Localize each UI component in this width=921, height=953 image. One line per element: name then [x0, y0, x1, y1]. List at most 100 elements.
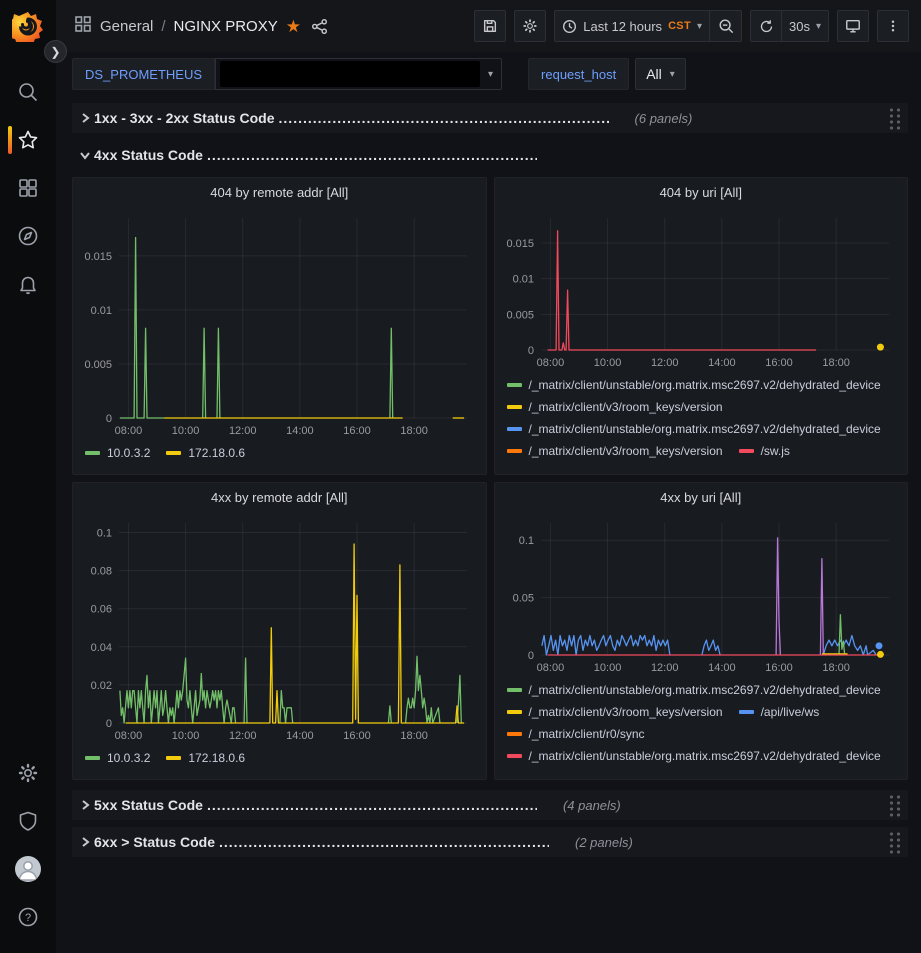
- chevron-down-icon: ▾: [816, 21, 821, 32]
- svg-text:08:00: 08:00: [115, 730, 143, 742]
- legend-item[interactable]: /sw.js: [739, 442, 790, 459]
- dashboard-grid-icon[interactable]: [74, 15, 92, 37]
- favorite-star-icon[interactable]: ★: [286, 18, 301, 35]
- svg-text:0.1: 0.1: [518, 535, 533, 547]
- panel-title[interactable]: 404 by remote addr [All]: [73, 178, 486, 206]
- row-title-leader: ........................................…: [207, 797, 537, 813]
- row-panel-count: (4 panels): [563, 798, 621, 813]
- legend-swatch-icon: [166, 756, 181, 760]
- share-icon[interactable]: [311, 18, 328, 35]
- refresh-interval-picker[interactable]: 30s ▾: [782, 10, 829, 42]
- svg-text:10:00: 10:00: [593, 662, 621, 674]
- row-header-4xx[interactable]: 4xx Status Code ........................…: [72, 140, 908, 170]
- refresh-button[interactable]: [750, 10, 782, 42]
- legend-item[interactable]: /_matrix/client/r0/sync: [507, 725, 645, 742]
- zoom-out-icon: [718, 18, 734, 34]
- legend-item[interactable]: 172.18.0.6: [166, 749, 245, 766]
- timeseries-chart[interactable]: 08:0010:0012:0014:0016:0018:0000.0050.01…: [499, 206, 901, 370]
- panel-title[interactable]: 4xx by remote addr [All]: [73, 483, 486, 511]
- chevron-right-icon: [76, 799, 94, 811]
- legend-swatch-icon: [739, 710, 754, 714]
- svg-text:18:00: 18:00: [400, 730, 428, 742]
- help-icon: ?: [17, 906, 39, 928]
- svg-text:12:00: 12:00: [229, 730, 257, 742]
- panel-legend: /_matrix/client/unstable/org.matrix.msc2…: [495, 675, 908, 777]
- svg-text:0.005: 0.005: [506, 309, 534, 321]
- row-title: 1xx - 3xx - 2xx Status Code: [94, 110, 275, 126]
- datasource-variable-select[interactable]: ▾: [215, 58, 502, 90]
- row-header-5xx[interactable]: 5xx Status Code ........................…: [72, 790, 908, 820]
- grafana-logo[interactable]: [12, 10, 44, 42]
- gear-icon: [522, 18, 538, 34]
- sidebar-item-starred[interactable]: [0, 116, 56, 164]
- chart-area: 08:0010:0012:0014:0016:0018:0000.020.040…: [73, 511, 486, 743]
- legend-label: /_matrix/client/r0/sync: [529, 727, 645, 741]
- more-options-button[interactable]: [877, 10, 909, 42]
- chart-area: 08:0010:0012:0014:0016:0018:0000.0050.01…: [495, 206, 908, 370]
- svg-text:16:00: 16:00: [343, 730, 371, 742]
- legend-item[interactable]: /api/live/ws: [739, 703, 820, 720]
- legend-item[interactable]: /_matrix/client/unstable/org.matrix.msc2…: [507, 420, 881, 437]
- panel-legend: 10.0.3.2 172.18.0.6: [73, 743, 486, 777]
- panel-title[interactable]: 404 by uri [All]: [495, 178, 908, 206]
- legend-label: /_matrix/client/v3/room_keys/version: [529, 705, 723, 719]
- sidebar-item-search[interactable]: [0, 68, 56, 116]
- zoom-out-time-button[interactable]: [710, 10, 742, 42]
- dashboard-content: 1xx - 3xx - 2xx Status Code ............…: [56, 96, 921, 857]
- request-host-variable-select[interactable]: All ▾: [635, 58, 686, 90]
- svg-text:10:00: 10:00: [172, 425, 200, 437]
- sidebar-item-dashboards[interactable]: [0, 164, 56, 212]
- request-host-variable-label[interactable]: request_host: [528, 58, 629, 90]
- legend-item[interactable]: /_matrix/client/v3/room_keys/version: [507, 398, 723, 415]
- sidebar-item-profile[interactable]: [0, 845, 56, 893]
- tv-mode-button[interactable]: [837, 10, 869, 42]
- legend-item[interactable]: 172.18.0.6: [166, 444, 245, 461]
- svg-text:0.04: 0.04: [91, 642, 112, 654]
- svg-text:0: 0: [106, 718, 112, 730]
- row-header-1xx[interactable]: 1xx - 3xx - 2xx Status Code ............…: [72, 103, 908, 133]
- svg-text:0: 0: [527, 345, 533, 357]
- legend-swatch-icon: [507, 732, 522, 736]
- legend-item[interactable]: 10.0.3.2: [85, 444, 150, 461]
- sidebar-item-server-admin[interactable]: [0, 797, 56, 845]
- row-drag-handle[interactable]: [887, 106, 902, 130]
- panel-404-by-remote-addr: 404 by remote addr [All] 08:0010:0012:00…: [72, 177, 487, 475]
- legend-label: 10.0.3.2: [107, 446, 150, 460]
- dashboard-settings-button[interactable]: [514, 10, 546, 42]
- legend-item[interactable]: /_matrix/client/unstable/org.matrix.msc2…: [507, 747, 881, 764]
- breadcrumb-folder[interactable]: General: [100, 18, 153, 35]
- sidebar-item-help[interactable]: ?: [0, 893, 56, 941]
- timeseries-chart[interactable]: 08:0010:0012:0014:0016:0018:0000.020.040…: [77, 511, 479, 743]
- legend-item[interactable]: /_matrix/client/unstable/org.matrix.msc2…: [507, 376, 881, 393]
- timeseries-chart[interactable]: 08:0010:0012:0014:0016:0018:0000.050.1: [499, 511, 901, 675]
- legend-label: /_matrix/client/unstable/org.matrix.msc2…: [529, 683, 881, 697]
- panel-title[interactable]: 4xx by uri [All]: [495, 483, 908, 511]
- legend-swatch-icon: [507, 754, 522, 758]
- legend-item[interactable]: /_matrix/client/unstable/org.matrix.msc2…: [507, 681, 881, 698]
- breadcrumb-separator: /: [161, 18, 165, 35]
- dashboard-title[interactable]: NGINX PROXY: [174, 18, 278, 35]
- legend-item[interactable]: 10.0.3.2: [85, 749, 150, 766]
- search-icon: [17, 81, 39, 103]
- time-range-label: Last 12 hours: [583, 19, 662, 34]
- save-dashboard-button[interactable]: [474, 10, 506, 42]
- svg-text:0.1: 0.1: [97, 528, 112, 540]
- svg-text:08:00: 08:00: [115, 425, 143, 437]
- row-drag-handle[interactable]: [887, 830, 902, 854]
- sidebar-item-configuration[interactable]: [0, 749, 56, 797]
- svg-text:08:00: 08:00: [536, 662, 564, 674]
- sidebar-expand-button[interactable]: ❯: [44, 40, 67, 63]
- row-drag-handle[interactable]: [887, 793, 902, 817]
- legend-item[interactable]: /_matrix/client/v3/room_keys/version: [507, 703, 723, 720]
- datasource-variable-label[interactable]: DS_PROMETHEUS: [72, 58, 215, 90]
- sidebar-item-explore[interactable]: [0, 212, 56, 260]
- legend-item[interactable]: /_matrix/client/v3/room_keys/version: [507, 442, 723, 459]
- chevron-down-icon: ▾: [670, 69, 675, 80]
- row-header-6xx[interactable]: 6xx > Status Code ......................…: [72, 827, 908, 857]
- panel-4xx-by-uri: 4xx by uri [All] 08:0010:0012:0014:0016:…: [494, 482, 909, 780]
- sidebar-item-alerting[interactable]: [0, 260, 56, 308]
- svg-text:12:00: 12:00: [650, 662, 678, 674]
- time-range-picker[interactable]: Last 12 hours CST ▾: [554, 10, 710, 42]
- timezone-label: CST: [668, 20, 691, 32]
- timeseries-chart[interactable]: 08:0010:0012:0014:0016:0018:0000.0050.01…: [77, 206, 479, 438]
